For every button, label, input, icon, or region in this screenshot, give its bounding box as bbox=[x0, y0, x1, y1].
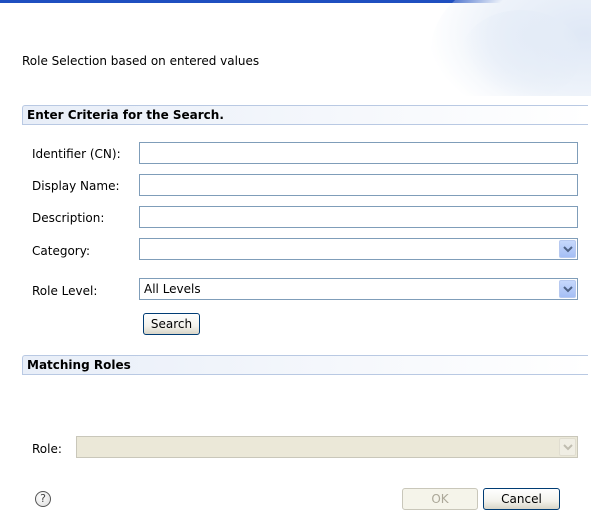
cancel-button[interactable]: Cancel bbox=[483, 488, 560, 510]
dialog-banner: Role Selection based on entered values bbox=[0, 0, 591, 96]
matching-section-header: Matching Roles bbox=[22, 355, 588, 375]
help-icon[interactable]: ? bbox=[35, 491, 51, 507]
ok-button[interactable]: OK bbox=[402, 488, 478, 510]
role-dropdown-button[interactable] bbox=[559, 438, 576, 456]
chevron-down-icon bbox=[563, 286, 573, 293]
identifier-label: Identifier (CN): bbox=[32, 147, 121, 161]
category-dropdown-button[interactable] bbox=[559, 240, 576, 258]
role-level-select[interactable]: All Levels bbox=[139, 278, 578, 300]
display-name-input[interactable] bbox=[139, 174, 578, 196]
chevron-down-icon bbox=[563, 444, 573, 451]
search-button[interactable]: Search bbox=[143, 313, 200, 335]
role-level-value: All Levels bbox=[144, 282, 201, 296]
criteria-section-header: Enter Criteria for the Search. bbox=[22, 105, 588, 125]
banner-decoration-2 bbox=[461, 10, 581, 96]
matching-section-title: Matching Roles bbox=[27, 358, 131, 372]
criteria-section-title: Enter Criteria for the Search. bbox=[27, 108, 224, 122]
category-label: Category: bbox=[32, 244, 90, 258]
description-input[interactable] bbox=[139, 206, 578, 228]
chevron-down-icon bbox=[563, 246, 573, 253]
role-level-dropdown-button[interactable] bbox=[559, 280, 576, 298]
dialog-description: Role Selection based on entered values bbox=[22, 54, 260, 68]
description-label: Description: bbox=[32, 211, 105, 225]
identifier-input[interactable] bbox=[139, 142, 578, 164]
category-select[interactable] bbox=[139, 238, 578, 260]
role-label: Role: bbox=[32, 442, 62, 456]
role-select[interactable] bbox=[76, 436, 578, 458]
role-level-label: Role Level: bbox=[32, 284, 98, 298]
display-name-label: Display Name: bbox=[32, 179, 120, 193]
